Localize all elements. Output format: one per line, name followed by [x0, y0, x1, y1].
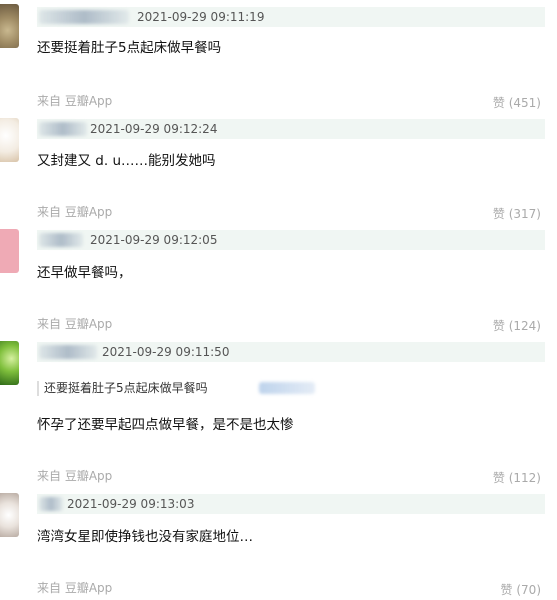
comment-source: 来自 豆瓣App	[37, 581, 113, 595]
like-button[interactable]: 赞 (317)	[493, 206, 541, 222]
username[interactable]	[39, 122, 87, 136]
comment-text: 怀孕了还要早起四点做早餐，是不是也太惨	[37, 417, 294, 433]
comment-source: 来自 豆瓣App	[37, 317, 113, 331]
avatar[interactable]	[0, 4, 19, 48]
quoted-comment[interactable]: 还要挺着肚子5点起床做早餐吗	[37, 378, 545, 398]
timestamp: 2021-09-29 09:11:50	[102, 345, 230, 359]
timestamp: 2021-09-29 09:13:03	[67, 497, 195, 511]
avatar[interactable]	[0, 493, 19, 537]
quote-divider	[37, 381, 39, 396]
avatar[interactable]	[0, 341, 19, 385]
avatar[interactable]	[0, 118, 19, 162]
timestamp: 2021-09-29 09:12:24	[90, 122, 218, 136]
comment-source: 来自 豆瓣App	[37, 205, 113, 219]
comment-header: 2021-09-29 09:12:24	[37, 119, 545, 139]
comment-source: 来自 豆瓣App	[37, 94, 113, 108]
quoted-username[interactable]	[259, 382, 315, 394]
like-button[interactable]: 赞 (124)	[493, 318, 541, 334]
comment-header: 2021-09-29 09:11:50	[37, 342, 545, 362]
comment-text: 还早做早餐吗，	[37, 265, 132, 281]
like-button[interactable]: 赞 (112)	[493, 470, 541, 486]
username[interactable]	[39, 10, 129, 24]
comment-text: 又封建又 d. u……能别发她吗	[37, 153, 216, 169]
comment-text: 还要挺着肚子5点起床做早餐吗	[37, 40, 222, 56]
like-button[interactable]: 赞 (451)	[493, 95, 541, 111]
avatar[interactable]	[0, 229, 19, 273]
quoted-text: 还要挺着肚子5点起床做早餐吗	[44, 381, 208, 395]
timestamp: 2021-09-29 09:11:19	[137, 10, 265, 24]
like-button[interactable]: 赞 (70)	[501, 582, 541, 598]
comment-source: 来自 豆瓣App	[37, 469, 113, 483]
username[interactable]	[39, 233, 83, 247]
comment-header: 2021-09-29 09:13:03	[37, 494, 545, 514]
comment-header: 2021-09-29 09:12:05	[37, 230, 545, 250]
timestamp: 2021-09-29 09:12:05	[90, 233, 218, 247]
username[interactable]	[39, 345, 97, 359]
comment-header: 2021-09-29 09:11:19	[37, 7, 545, 27]
comment-text: 湾湾女星即使挣钱也没有家庭地位…	[37, 529, 253, 545]
username[interactable]	[39, 497, 63, 511]
